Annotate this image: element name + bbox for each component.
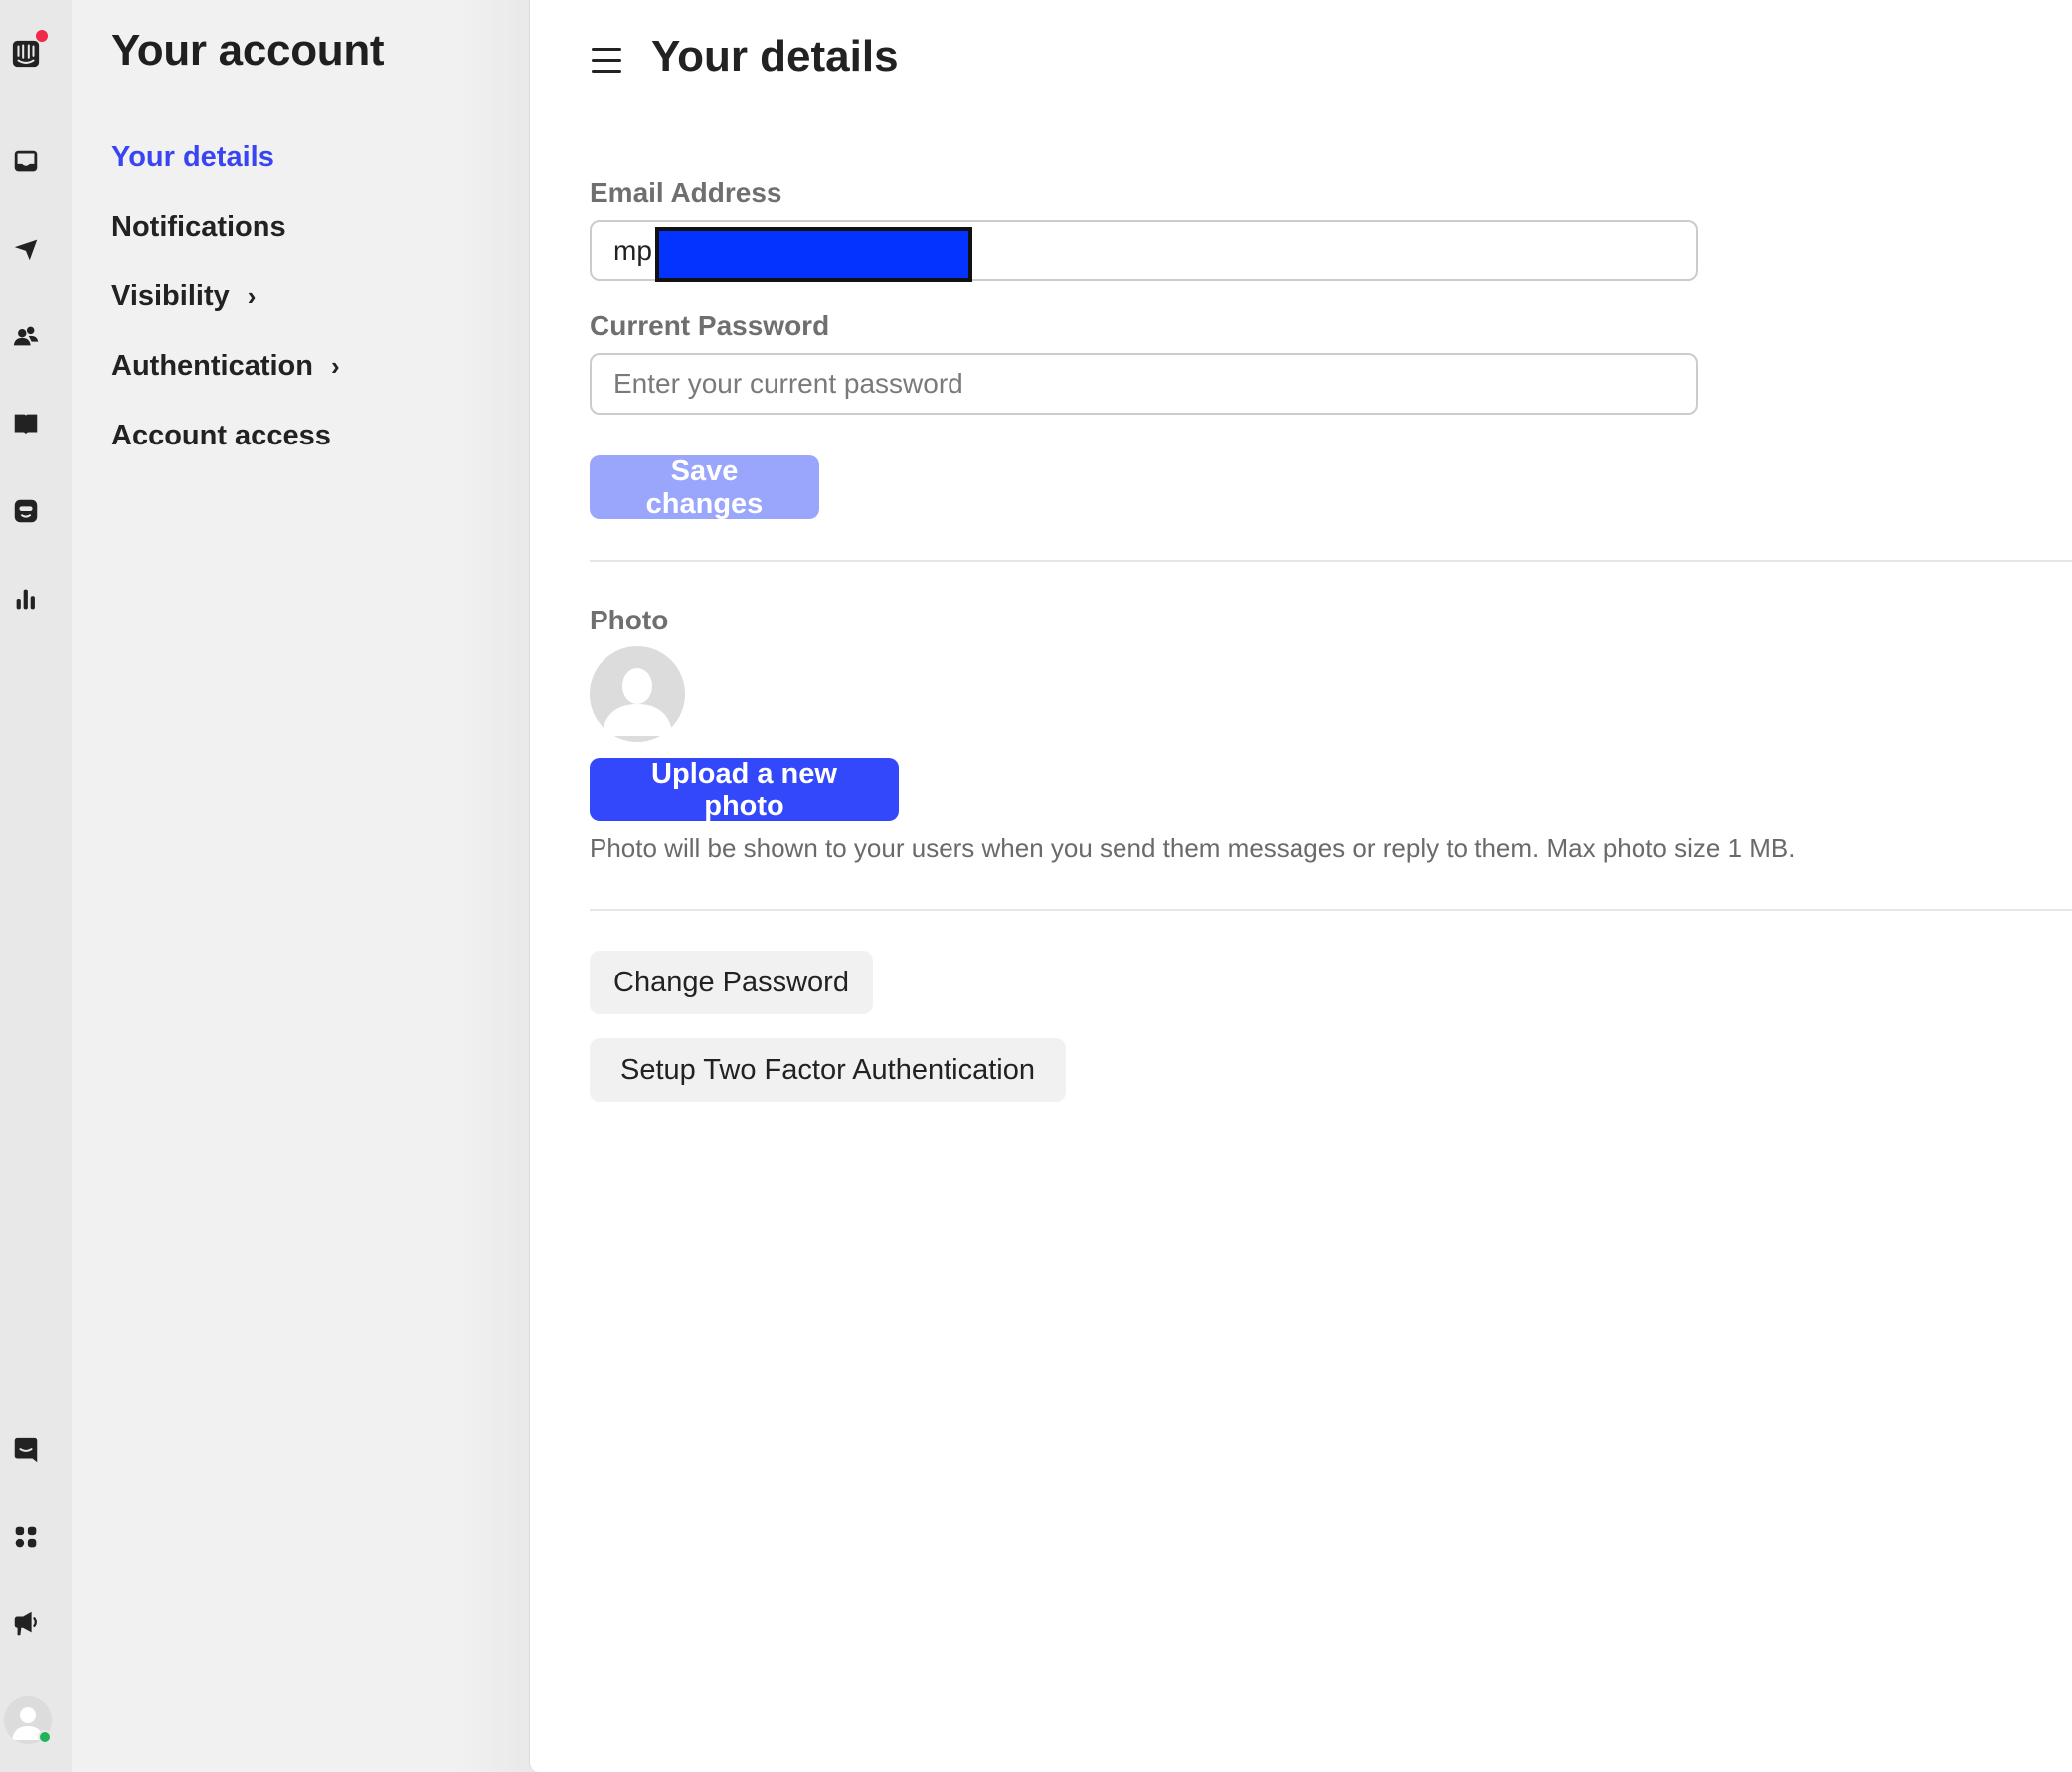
subnav-item-your-details[interactable]: Your details [111,141,274,174]
notification-dot [36,30,48,42]
account-subnav: Your account Your details Notifications … [72,0,529,1772]
subnav-item-authentication[interactable]: Authentication › [111,350,340,383]
photo-helper-text: Photo will be shown to your users when y… [590,833,1796,863]
profile-photo-placeholder [590,646,685,742]
subnav-item-notifications[interactable]: Notifications [111,211,286,244]
subnav-item-label: Notifications [111,211,286,243]
chevron-right-icon: › [247,281,257,311]
icon-rail [0,0,72,1772]
current-password-field[interactable] [590,353,1698,415]
photo-label: Photo [590,605,669,635]
intercom-logo-icon[interactable] [10,30,48,70]
book-icon[interactable] [10,408,42,440]
subnav-item-label: Authentication [111,350,313,382]
inbox-icon[interactable] [10,145,42,177]
section-title: Your account [111,26,385,75]
redaction-box [655,227,972,282]
email-label: Email Address [590,177,782,208]
subnav-item-label: Your details [111,141,274,173]
hamburger-menu-icon[interactable] [592,48,621,76]
divider [590,909,2072,911]
change-password-button[interactable]: Change Password [590,951,873,1014]
chat-bubble-icon[interactable] [10,1434,42,1466]
upload-photo-button[interactable]: Upload a new photo [590,758,899,822]
bot-icon[interactable] [10,495,42,527]
subnav-item-label: Visibility [111,280,230,312]
paper-plane-icon[interactable] [10,233,42,265]
megaphone-icon[interactable] [10,1607,42,1639]
subnav-item-visibility[interactable]: Visibility › [111,280,256,313]
setup-two-factor-button[interactable]: Setup Two Factor Authentication [590,1038,1066,1102]
current-password-label: Current Password [590,310,830,341]
subnav-item-account-access[interactable]: Account access [111,420,331,452]
apps-grid-icon[interactable] [10,1521,42,1553]
divider [590,560,2072,562]
subnav-item-label: Account access [111,420,331,451]
bar-chart-icon[interactable] [10,583,42,615]
page-title: Your details [651,32,899,81]
main-content: Your details Email Address Current Passw… [529,0,2072,1772]
people-icon[interactable] [10,320,42,352]
chevron-right-icon: › [331,351,340,381]
online-status-indicator [38,1730,52,1744]
save-changes-button[interactable]: Save changes [590,455,819,520]
